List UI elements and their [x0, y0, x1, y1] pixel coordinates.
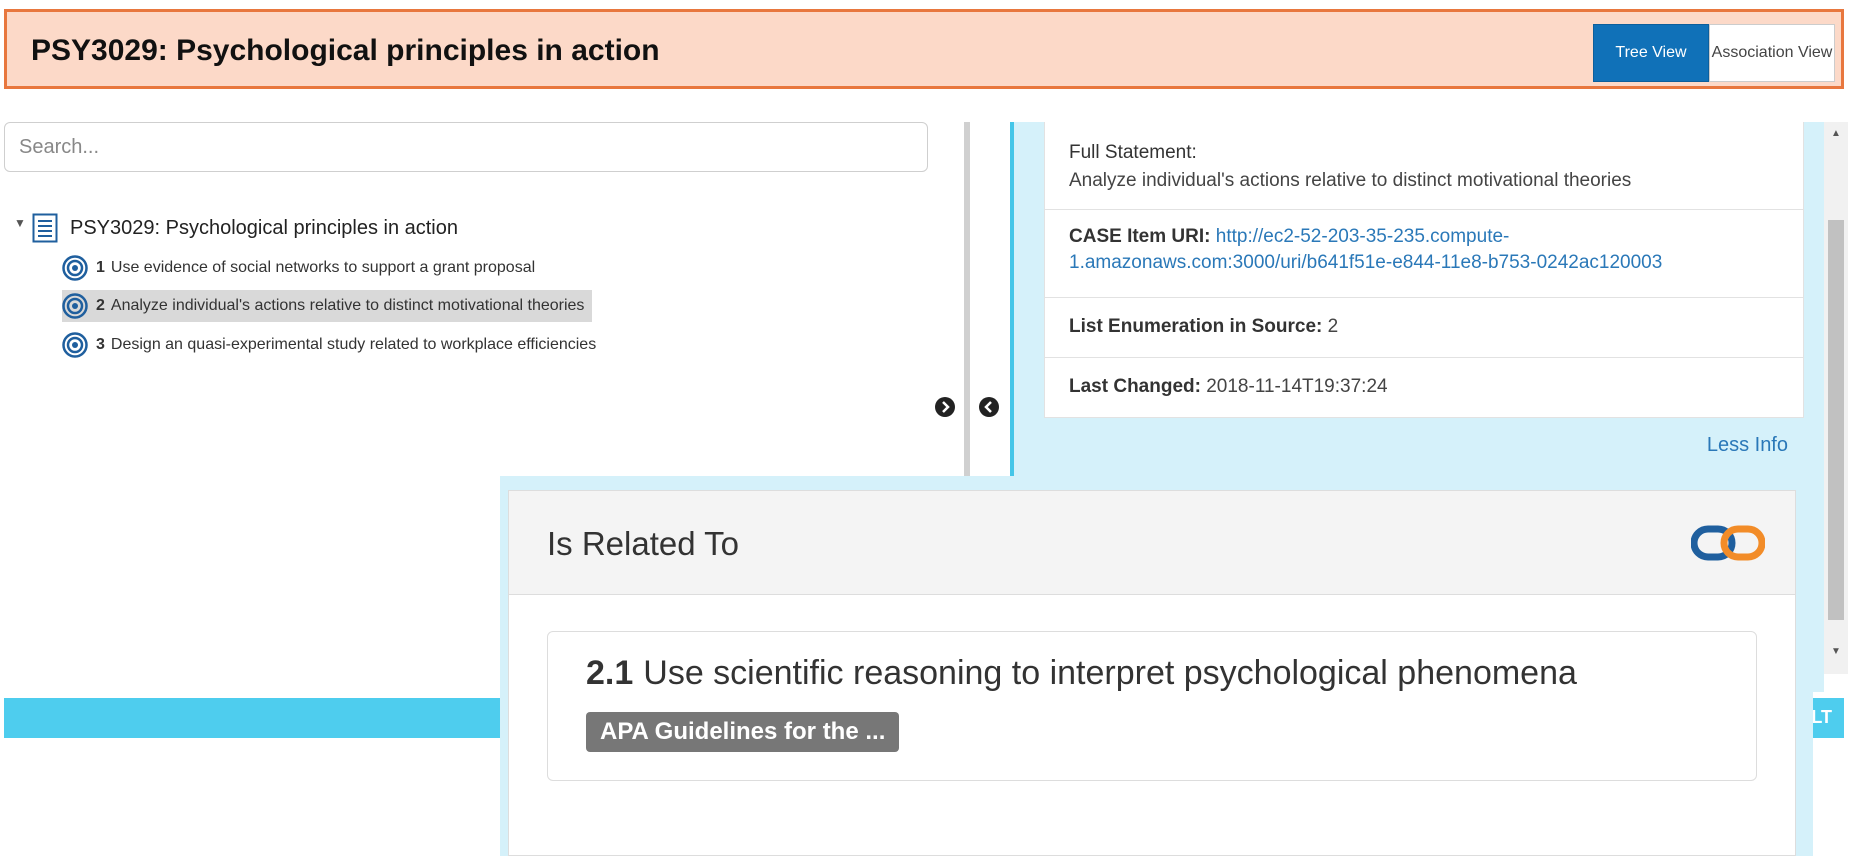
popup-title: Is Related To [547, 525, 740, 562]
enumeration-row: List Enumeration in Source: 2 [1045, 298, 1803, 358]
scroll-down-icon[interactable]: ▼ [1828, 646, 1844, 662]
association-popup-frame: Is Related To 2.1 Use scientific reasonin… [500, 476, 1813, 856]
item-text: Design an quasi-experimental study relat… [110, 336, 597, 353]
item-text: Analyze individual's actions relative to… [110, 297, 585, 314]
full-statement-value: Analyze individual's actions relative to… [1069, 170, 1632, 191]
tree-item-1[interactable]: 1 Use evidence of social networks to sup… [62, 252, 543, 284]
item-text: Use evidence of social networks to suppo… [110, 259, 536, 276]
header-bar: PSY3029: Psychological principles in act… [4, 9, 1844, 89]
panel-divider[interactable] [964, 122, 970, 480]
uri-link-line2[interactable]: 1.amazonaws.com:3000/uri/b641f51e-e844-1… [1069, 252, 1803, 274]
last-changed-label: Last Changed: [1069, 376, 1201, 397]
detail-card: Full Statement: Analyze individual's act… [1044, 122, 1804, 418]
view-toggle: Tree View Association View [1593, 24, 1835, 82]
tree: ▼ PSY3029: Psychological principles in a… [14, 208, 458, 248]
related-item-statement: Use scientific reasoning to interpret ps… [643, 654, 1577, 692]
less-info-link[interactable]: Less Info [1707, 434, 1788, 457]
caret-down-icon[interactable]: ▼ [14, 216, 32, 230]
tree-root-label: PSY3029: Psychological principles in act… [70, 216, 458, 239]
search-input[interactable] [4, 122, 928, 172]
page-title: PSY3029: Psychological principles in act… [31, 34, 660, 67]
chevron-right-circle-icon[interactable] [934, 396, 956, 418]
association-view-button[interactable]: Association View [1709, 24, 1835, 82]
tree-item-2[interactable]: 2 Analyze individual's actions relative … [62, 290, 593, 322]
full-statement-row: Full Statement: Analyze individual's act… [1045, 122, 1803, 210]
item-number: 2 [96, 297, 105, 314]
uri-row: CASE Item URI: http://ec2-52-203-35-235.… [1045, 210, 1803, 298]
association-popup: Is Related To 2.1 Use scientific reasonin… [508, 490, 1796, 856]
scroll-up-icon[interactable]: ▲ [1828, 128, 1844, 144]
last-changed-value: 2018-11-14T19:37:24 [1206, 376, 1388, 397]
bottom-bar-text: LT [1811, 707, 1832, 727]
item-number: 1 [96, 259, 105, 276]
related-item-number: 2.1 [586, 654, 634, 692]
uri-link-line1[interactable]: http://ec2-52-203-35-235.compute- [1216, 226, 1510, 247]
related-item-card[interactable]: 2.1 Use scientific reasoning to interpret… [547, 631, 1757, 781]
tree-view-button[interactable]: Tree View [1593, 24, 1709, 82]
target-icon [62, 255, 88, 281]
document-list-icon [32, 213, 58, 243]
uri-label: CASE Item URI: [1069, 226, 1211, 247]
full-statement-label: Full Statement: [1069, 142, 1197, 163]
tree-root[interactable]: ▼ PSY3029: Psychological principles in a… [14, 208, 458, 248]
tree-item-3[interactable]: 3 Design an quasi-experimental study rel… [62, 329, 604, 361]
target-icon [62, 332, 88, 358]
scrollbar-thumb[interactable] [1828, 220, 1844, 620]
last-changed-row: Last Changed: 2018-11-14T19:37:24 [1045, 358, 1803, 418]
item-number: 3 [96, 336, 105, 353]
chevron-left-circle-icon[interactable] [978, 396, 1000, 418]
related-item-text: 2.1 Use scientific reasoning to interpret… [586, 654, 1577, 693]
chain-link-icon [1691, 525, 1765, 561]
popup-header: Is Related To [509, 491, 1795, 595]
target-icon [62, 293, 88, 319]
enumeration-label: List Enumeration in Source: [1069, 316, 1323, 337]
enumeration-value: 2 [1327, 316, 1339, 337]
source-badge: APA Guidelines for the ... [586, 712, 900, 752]
